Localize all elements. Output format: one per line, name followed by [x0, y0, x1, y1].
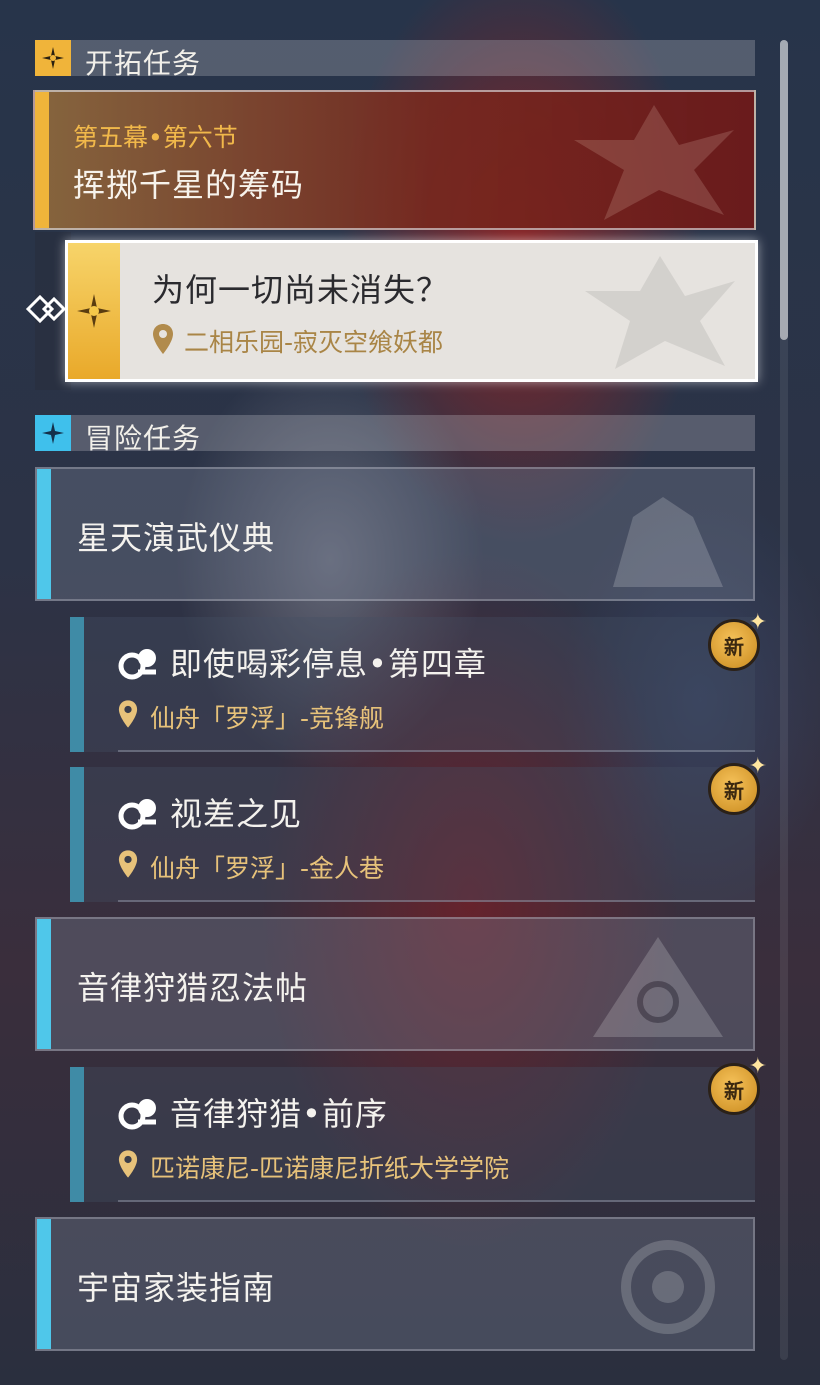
quest-location: 仙舟「罗浮」-金人巷 — [150, 854, 385, 883]
location-pin-icon — [118, 850, 138, 878]
chapter-label: 第五幕•第六节 — [73, 123, 238, 152]
adventure-star-icon — [35, 415, 71, 451]
quest-location: 仙舟「罗浮」-竞锋舰 — [150, 704, 385, 733]
current-trailblaze-quest-card[interactable]: 为何一切尚未消失？ 二相乐园-寂灭空飨妖都 — [65, 240, 758, 382]
quest-emblem-icon — [585, 256, 735, 369]
quest-group-name: 音律狩猎忍法帖 — [77, 969, 309, 1007]
sparkle-icon: ✦ — [748, 754, 767, 779]
location-pin-icon — [118, 700, 138, 728]
quest-group-card[interactable]: 星天演武仪典 — [35, 467, 755, 601]
quest-title: 即使喝彩停息•第四章 — [170, 645, 487, 683]
scrollbar-thumb[interactable] — [780, 40, 788, 340]
quest-accent-bar — [70, 767, 84, 902]
current-quest-pointer-icon — [26, 294, 66, 324]
chapter-title: 挥掷千星的筹码 — [73, 166, 305, 204]
adventure-section-header: 冒险任务 — [35, 415, 755, 455]
trailblaze-star-icon — [77, 294, 111, 328]
quest-location: 匹诺康尼-匹诺康尼折纸大学学院 — [150, 1154, 510, 1183]
adventure-quest-icon — [118, 799, 156, 830]
quest-accent-bar — [70, 617, 84, 752]
chapter-accent-bar — [35, 92, 49, 228]
group-emblem-icon — [621, 1240, 715, 1334]
group-accent-bar — [37, 919, 51, 1049]
sparkle-icon: ✦ — [748, 610, 767, 635]
location-pin-icon — [153, 324, 173, 354]
quest-accent-bar — [70, 1067, 84, 1202]
quest-group-name: 宇宙家装指南 — [77, 1269, 276, 1307]
new-badge: 新 ✦ — [708, 610, 767, 671]
location-pin-icon — [118, 1150, 138, 1178]
quest-group-card[interactable]: 音律狩猎忍法帖 — [35, 917, 755, 1051]
quest-gold-tab — [68, 243, 120, 379]
trailblaze-compass-icon — [35, 40, 71, 76]
quest-divider — [118, 1200, 755, 1202]
chapter-emblem-icon — [574, 105, 734, 220]
group-emblem-icon — [593, 937, 723, 1037]
quest-divider — [118, 900, 755, 902]
quest-item[interactable]: 音律狩猎•前序 匹诺康尼-匹诺康尼折纸大学学院 新 ✦ — [70, 1054, 767, 1202]
trailblaze-section-title: 开拓任务 — [85, 47, 202, 80]
group-accent-bar — [37, 1219, 51, 1349]
current-quest-title: 为何一切尚未消失？ — [152, 271, 450, 309]
new-badge: 新 ✦ — [708, 754, 767, 815]
current-quest-location: 二相乐园-寂灭空飨妖都 — [184, 328, 444, 357]
quest-item[interactable]: 即使喝彩停息•第四章 仙舟「罗浮」-竞锋舰 新 ✦ — [70, 610, 767, 752]
quest-title: 音律狩猎•前序 — [170, 1095, 388, 1133]
adventure-section-title: 冒险任务 — [85, 422, 202, 455]
quest-divider — [118, 750, 755, 752]
trailblaze-section-header: 开拓任务 — [35, 40, 755, 80]
quest-item[interactable]: 视差之见 仙舟「罗浮」-金人巷 新 ✦ — [70, 754, 767, 902]
adventure-quest-icon — [118, 649, 156, 680]
trailblaze-chapter-card[interactable]: 第五幕•第六节 挥掷千星的筹码 — [33, 90, 756, 230]
adventure-quest-icon — [118, 1099, 156, 1130]
new-badge: 新 ✦ — [708, 1054, 767, 1115]
sparkle-icon: ✦ — [748, 1054, 767, 1079]
group-accent-bar — [37, 469, 51, 599]
quest-group-name: 星天演武仪典 — [77, 519, 276, 557]
quest-group-card[interactable]: 宇宙家装指南 — [35, 1217, 755, 1351]
group-emblem-icon — [613, 497, 723, 587]
quest-title: 视差之见 — [170, 795, 303, 833]
